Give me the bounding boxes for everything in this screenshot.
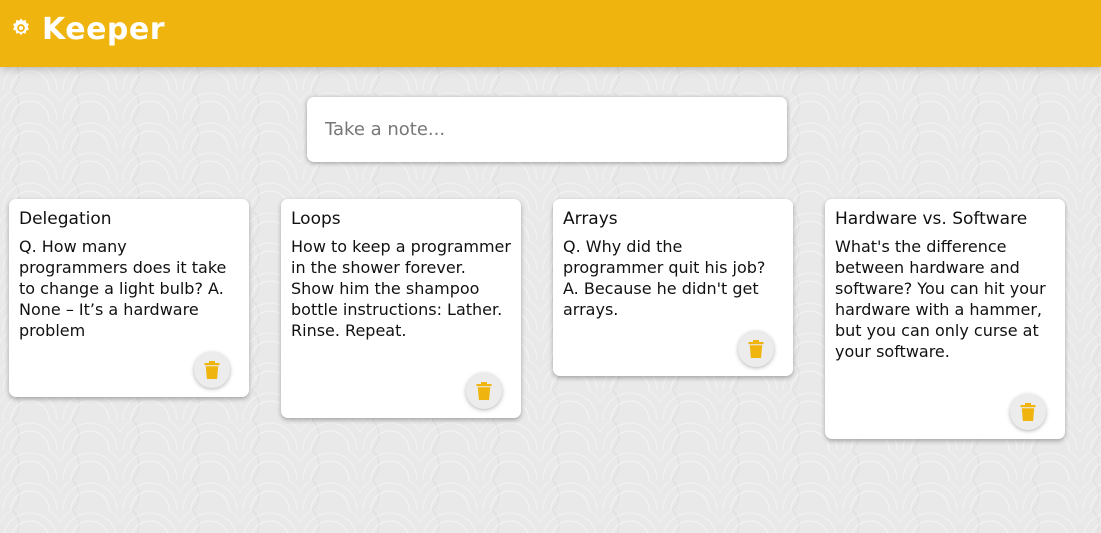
delete-note-button[interactable] [194,352,230,388]
trash-icon [476,382,492,400]
gear-icon [13,18,29,36]
delete-note-button[interactable] [1010,394,1046,430]
note-title: Delegation [19,209,112,229]
note-input[interactable] [307,97,787,162]
app-header: Keeper [0,0,1101,67]
note-content: Q. Why did the programmer quit his job? … [563,237,766,319]
app-title: Keeper [42,12,166,47]
note-title: Loops [291,209,341,229]
note-card-hardware-vs-software: Hardware vs. Software What's the differe… [825,199,1065,439]
note-content: Q. How many programmers does it take to … [19,237,227,340]
create-note-form [307,97,787,162]
note-content: How to keep a programmer in the shower f… [291,237,511,340]
note-content: What's the difference between hardware a… [835,237,1046,361]
note-title: Arrays [563,209,618,229]
note-card-delegation: Delegation Q. How many programmers does … [9,199,249,397]
note-card-loops: Loops How to keep a programmer in the sh… [281,199,521,418]
trash-icon [204,361,220,379]
delete-note-button[interactable] [738,331,774,367]
note-card-arrays: Arrays Q. Why did the programmer quit hi… [553,199,793,376]
trash-icon [1020,403,1036,421]
trash-icon [748,340,764,358]
delete-note-button[interactable] [466,373,502,409]
note-title: Hardware vs. Software [835,209,1028,229]
